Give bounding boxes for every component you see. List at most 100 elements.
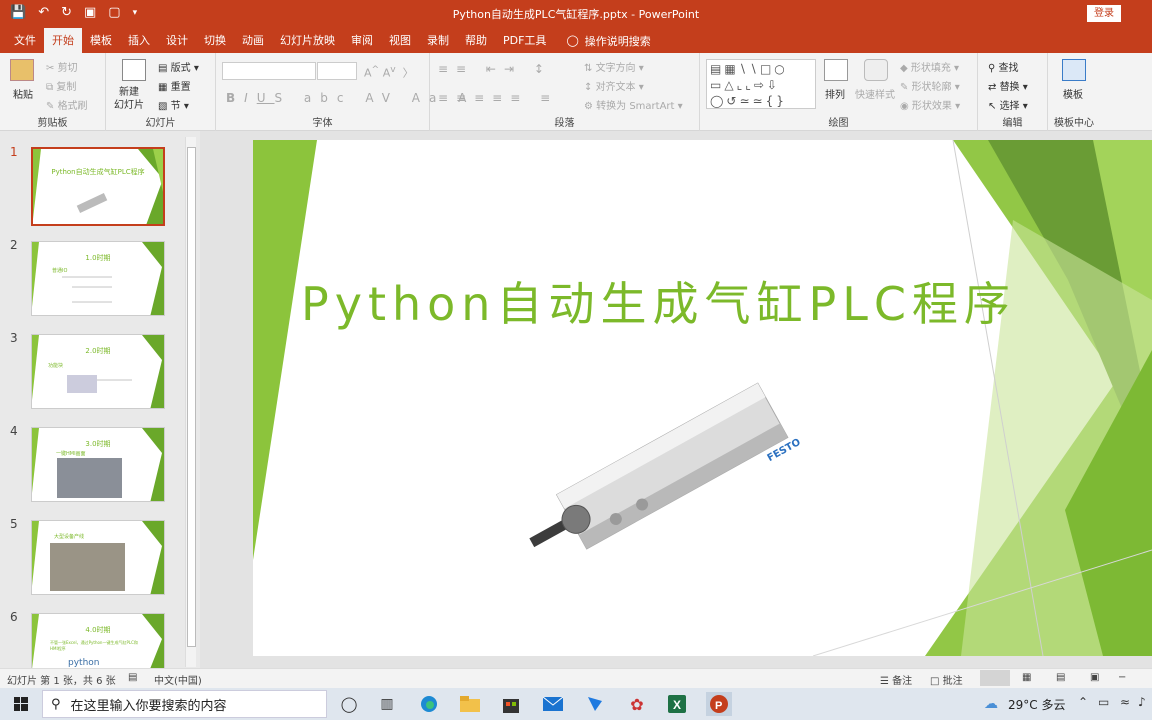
slide-title[interactable]: Python自动生成气缸PLC程序 bbox=[301, 268, 1016, 334]
slideshow-view-icon[interactable]: ▣ bbox=[1090, 672, 1099, 683]
weather-text[interactable]: 29°C 多云 bbox=[1008, 696, 1065, 713]
shape-outline-button[interactable]: ✎ 形状轮廓 ▾ bbox=[900, 78, 960, 93]
thumbnail-slide-6[interactable]: 4.0时期 不管一张Excel，通过Python一键生成气缸PLC和HMI程序 … bbox=[31, 613, 165, 668]
tab-transitions[interactable]: 切换 bbox=[196, 28, 234, 53]
file-explorer-icon[interactable] bbox=[457, 692, 483, 716]
powerpoint-icon[interactable]: P bbox=[706, 692, 732, 716]
smartart-button[interactable]: ⚙ 转换为 SmartArt ▾ bbox=[584, 97, 683, 112]
arrange-button[interactable]: 排列 bbox=[825, 86, 845, 101]
section-button[interactable]: ▧ 节 ▾ bbox=[158, 97, 189, 112]
cursor-icon: ↖ bbox=[988, 101, 1000, 112]
tab-help[interactable]: 帮助 bbox=[457, 28, 495, 53]
format-painter-button[interactable]: ✎ 格式刷 bbox=[46, 97, 88, 112]
replace-button[interactable]: ⇄ 替换 ▾ bbox=[988, 78, 1028, 93]
chevron-up-icon[interactable]: ⌃ bbox=[1078, 695, 1088, 709]
windows-start-icon[interactable] bbox=[8, 692, 34, 716]
store-icon[interactable] bbox=[498, 692, 524, 716]
paste-button[interactable]: 粘贴 bbox=[13, 86, 33, 101]
shape-effects-button[interactable]: ◉ 形状效果 ▾ bbox=[900, 97, 960, 112]
feishu-icon[interactable] bbox=[582, 692, 608, 716]
cut-button[interactable]: ✂ 剪切 bbox=[46, 59, 78, 74]
align-buttons[interactable]: ≡≡≡≡≡ ≡ bbox=[438, 91, 558, 105]
tab-record[interactable]: 录制 bbox=[419, 28, 457, 53]
tab-view[interactable]: 视图 bbox=[381, 28, 419, 53]
find-button[interactable]: ⚲ 查找 bbox=[988, 59, 1019, 74]
tab-file[interactable]: 文件 bbox=[6, 28, 44, 53]
app-icon[interactable]: ✿ bbox=[624, 692, 650, 716]
task-view-icon[interactable]: ▥ bbox=[374, 692, 400, 716]
comments-button[interactable]: □ 批注 bbox=[930, 672, 963, 687]
zoom-out-icon[interactable]: − bbox=[1118, 672, 1126, 683]
edge-icon[interactable] bbox=[416, 692, 442, 716]
weather-icon[interactable]: ☁ bbox=[982, 692, 1000, 716]
lightbulb-icon: ◯ bbox=[566, 34, 579, 47]
slide-background-graphics bbox=[253, 140, 1152, 656]
tab-template[interactable]: 模板 bbox=[82, 28, 120, 53]
thumbnail-slide-3[interactable]: 2.0时期 功能块 bbox=[31, 334, 165, 409]
current-slide[interactable]: Python自动生成气缸PLC程序 FESTO bbox=[253, 140, 1152, 656]
notes-button[interactable]: ☰ 备注 bbox=[880, 672, 912, 687]
accessibility-icon[interactable]: ▤ bbox=[128, 672, 137, 683]
copy-button[interactable]: ⧉ 复制 bbox=[46, 78, 76, 93]
tab-slideshow[interactable]: 幻灯片放映 bbox=[272, 28, 343, 53]
align-text-button[interactable]: ↕ 对齐文本 ▾ bbox=[584, 78, 644, 93]
scrollbar-thumb[interactable] bbox=[187, 147, 196, 647]
volume-icon[interactable]: ♪ bbox=[1138, 695, 1146, 709]
thumbnail-slide-2[interactable]: 1.0时期 普通IO bbox=[31, 241, 165, 316]
normal-view-button[interactable] bbox=[980, 670, 1010, 686]
template-button[interactable]: 模板 bbox=[1063, 86, 1083, 101]
mail-icon[interactable] bbox=[540, 692, 566, 716]
new-slide-icon[interactable] bbox=[122, 59, 146, 81]
arrange-icon[interactable] bbox=[824, 59, 848, 81]
thumbnail-subtitle: 不管一张Excel，通过Python一键生成气缸PLC和HMI程序 bbox=[50, 640, 138, 651]
tab-pdf-tools[interactable]: PDF工具 bbox=[495, 28, 554, 53]
font-name-select[interactable] bbox=[222, 62, 316, 80]
text-direction-icon: ⇅ bbox=[584, 63, 596, 74]
quick-styles-icon[interactable] bbox=[864, 59, 888, 81]
thumbnail-slide-5[interactable]: 大型设备产线 bbox=[31, 520, 165, 595]
language-indicator[interactable]: 中文(中国) bbox=[154, 672, 202, 687]
layout-button[interactable]: ▤ 版式 ▾ bbox=[158, 59, 199, 74]
paste-icon[interactable] bbox=[10, 59, 34, 81]
battery-icon[interactable]: ▭ bbox=[1098, 695, 1109, 709]
excel-icon[interactable]: X bbox=[664, 692, 690, 716]
align-text-icon: ↕ bbox=[584, 82, 596, 93]
font-size-buttons[interactable]: A^ Av 〉 bbox=[364, 64, 414, 81]
thumbnail-decoration bbox=[32, 521, 164, 594]
tab-review[interactable]: 审阅 bbox=[343, 28, 381, 53]
group-font: A^ Av 〉 BIUS abc AV Aa A 字体 bbox=[216, 53, 466, 131]
template-icon[interactable] bbox=[1062, 59, 1086, 81]
list-buttons[interactable]: ≡≡ ⇤⇥ ↕ bbox=[438, 62, 552, 76]
tab-home[interactable]: 开始 bbox=[44, 28, 82, 53]
thumbnail-subtitle: 普通IO bbox=[52, 268, 68, 274]
tell-me-search[interactable]: ◯ 操作说明搜索 bbox=[566, 33, 650, 49]
reading-view-icon[interactable]: ▤ bbox=[1056, 672, 1065, 683]
svg-text:X: X bbox=[673, 698, 681, 712]
new-slide-button[interactable]: 新建 幻灯片 bbox=[114, 86, 144, 112]
layout-icon: ▤ bbox=[158, 63, 171, 74]
reset-button[interactable]: ▦ 重置 bbox=[158, 78, 191, 93]
select-button[interactable]: ↖ 选择 ▾ bbox=[988, 97, 1028, 112]
font-size-select[interactable] bbox=[317, 62, 357, 80]
shapes-gallery[interactable]: ▤▦∖∖□○ ▭△⌞⌞⇨⇩ ◯↺≃≃{} bbox=[706, 59, 816, 109]
group-label-editing: 编辑 bbox=[1002, 118, 1023, 129]
slide-thumbnail-pane: 1 Python自动生成气缸PLC程序 2 1.0时期 普通IO 3 2.0时期… bbox=[0, 131, 200, 668]
tab-insert[interactable]: 插入 bbox=[120, 28, 158, 53]
thumbnail-scrollbar[interactable] bbox=[185, 137, 196, 667]
tab-design[interactable]: 设计 bbox=[158, 28, 196, 53]
text-direction-button[interactable]: ⇅ 文字方向 ▾ bbox=[584, 59, 644, 74]
thumbnail-slide-1[interactable]: Python自动生成气缸PLC程序 bbox=[31, 147, 165, 226]
taskbar-search[interactable]: ⚲ 在这里输入你要搜索的内容 bbox=[42, 690, 327, 718]
thumbnail-title: Python自动生成气缸PLC程序 bbox=[51, 168, 145, 176]
cortana-icon[interactable]: ◯ bbox=[336, 692, 362, 716]
login-button[interactable]: 登录 bbox=[1087, 5, 1121, 22]
thumbnail-title: 2.0时期 bbox=[85, 347, 111, 355]
tab-animations[interactable]: 动画 bbox=[234, 28, 272, 53]
quick-styles-button[interactable]: 快速样式 bbox=[855, 86, 895, 101]
slide-sorter-icon[interactable]: ▦ bbox=[1022, 672, 1031, 683]
group-label-clipboard: 剪贴板 bbox=[37, 118, 68, 129]
cylinder-image bbox=[529, 382, 789, 550]
thumbnail-slide-4[interactable]: 3.0时期 一键HMI画面 bbox=[31, 427, 165, 502]
shape-fill-button[interactable]: ◆ 形状填充 ▾ bbox=[900, 59, 959, 74]
wifi-icon[interactable]: ≈ bbox=[1120, 695, 1130, 709]
